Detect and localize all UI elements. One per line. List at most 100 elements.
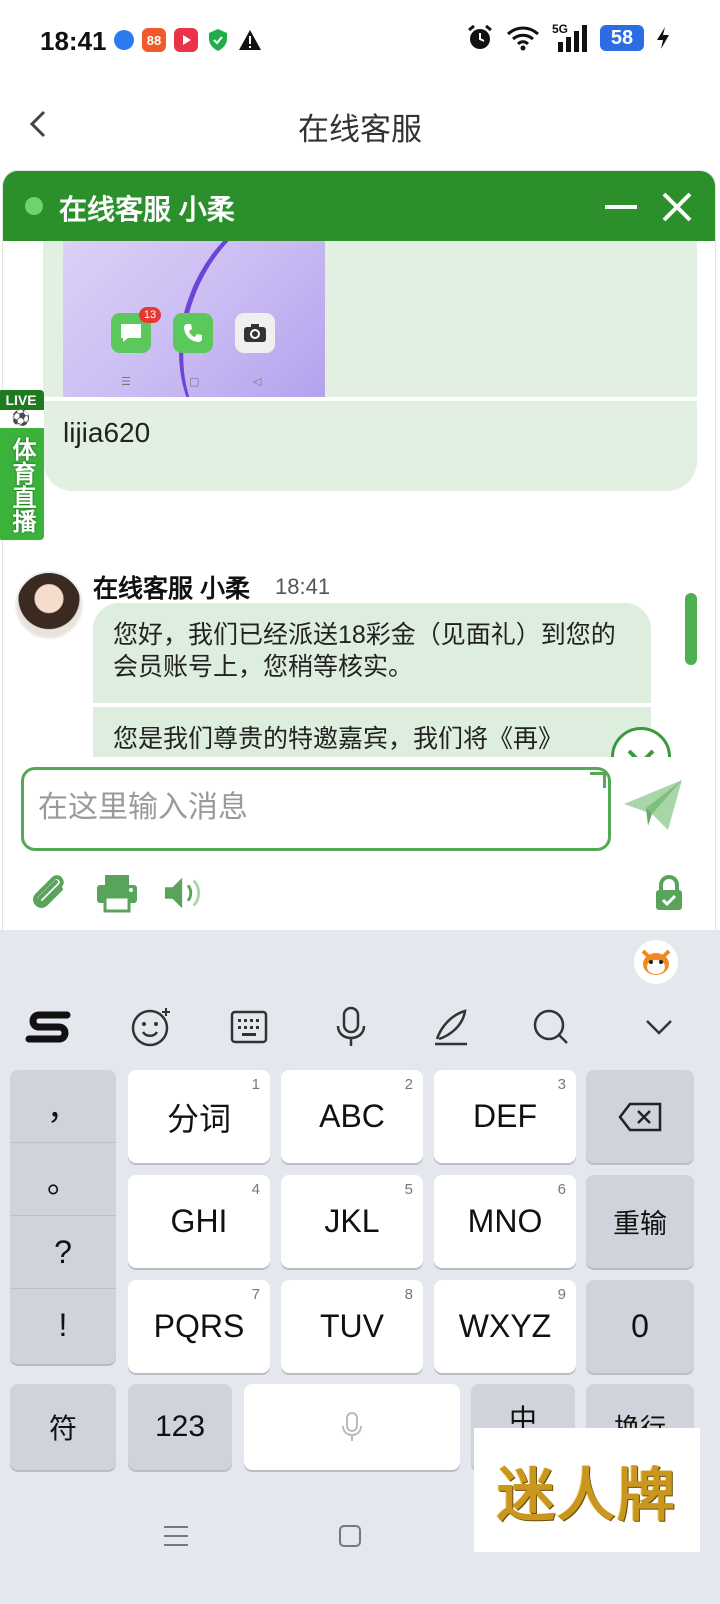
key-abc[interactable]: ABC 2: [281, 1070, 423, 1163]
message-count-badge: 13: [139, 307, 161, 323]
key-label: 分词: [166, 1100, 231, 1137]
mascot-icon[interactable]: [634, 940, 678, 984]
agent-message-text: 您是我们尊贵的特邀嘉宾，我们将《再》为您送上（1+6）豪礼！: [113, 725, 551, 753]
handwriting-button[interactable]: [426, 1002, 476, 1052]
live-label: LIVE: [0, 390, 44, 410]
send-button[interactable]: [621, 773, 685, 837]
key-number: 4: [251, 1181, 260, 1198]
message-divider: [43, 397, 697, 401]
camera-app-icon: [235, 313, 275, 353]
soccer-ball-icon: ⚽: [0, 410, 44, 428]
agent-name: 在线客服 小柔: [93, 575, 250, 603]
chat-widget-header: 在线客服 小柔: [3, 171, 715, 241]
search-button[interactable]: [526, 1002, 576, 1052]
punct-question-key[interactable]: ?: [10, 1216, 116, 1289]
key-label: PQRS: [153, 1308, 245, 1344]
minimize-button[interactable]: [601, 187, 641, 227]
punct-exclaim-key[interactable]: !: [10, 1289, 116, 1362]
keyboard-switch-button[interactable]: [224, 1002, 274, 1052]
video-app-icon: [174, 28, 198, 52]
lock-icon[interactable]: [653, 875, 685, 911]
key-def[interactable]: DEF 3: [434, 1070, 576, 1163]
space-key[interactable]: [244, 1384, 460, 1470]
security-shield-icon: [206, 28, 230, 52]
message-list[interactable]: 13 ☰ ▢ ◁ lijia620 在线客服 小柔 18:41 您好，我们已经派…: [3, 241, 715, 757]
key-number: 6: [557, 1181, 566, 1198]
agent-message-bubble: 您好，我们已经派送18彩金（见面礼）到您的会员账号上，您稍等核实。: [93, 603, 651, 703]
resize-handle[interactable]: [590, 772, 606, 788]
home-square-icon: [339, 1525, 361, 1547]
message-input[interactable]: [38, 770, 598, 846]
symbols-key[interactable]: 符: [10, 1384, 116, 1470]
menu-icon: [164, 1526, 188, 1546]
mini-menu-icon: ☰: [121, 376, 131, 388]
sound-button[interactable]: [163, 871, 207, 915]
emoji-button[interactable]: [126, 1002, 176, 1052]
speaker-icon: [164, 877, 201, 909]
close-icon: [662, 192, 692, 222]
alarm-icon: [468, 24, 492, 49]
nav-menu-button[interactable]: [156, 1516, 196, 1556]
key-fenci[interactable]: 分词 1: [128, 1070, 270, 1163]
sogou-logo-button[interactable]: [24, 1002, 74, 1052]
printer-icon: [97, 875, 137, 913]
live-sports-badge[interactable]: LIVE ⚽ 体育直播: [0, 390, 44, 540]
close-button[interactable]: [657, 187, 697, 227]
key-mno[interactable]: MNO 6: [434, 1175, 576, 1268]
charging-icon: [657, 27, 669, 49]
page-title: 在线客服: [298, 112, 422, 147]
key-tuv[interactable]: TUV 8: [281, 1280, 423, 1373]
minimize-icon: [605, 205, 637, 209]
key-pqrs[interactable]: PQRS 7: [128, 1280, 270, 1373]
chevron-down-icon: [646, 1020, 672, 1035]
system-icons: 5G 58: [466, 22, 670, 52]
punct-period-key[interactable]: 。: [10, 1143, 116, 1216]
key-number: 9: [557, 1286, 566, 1303]
sogou-s-icon: [25, 1011, 71, 1043]
live-sports-label: 体育直播: [8, 437, 35, 533]
message-input-box[interactable]: [21, 767, 611, 851]
shopping-app-icon: 88: [142, 28, 166, 52]
chat-toolbar: [27, 871, 207, 915]
send-icon: [624, 780, 682, 830]
online-status-dot: [25, 197, 43, 215]
reenter-key[interactable]: 重输: [586, 1175, 694, 1268]
key-number: 5: [404, 1181, 413, 1198]
brand-watermark: 迷人牌: [474, 1428, 700, 1552]
key-label: DEF: [473, 1098, 537, 1134]
smile-icon: [131, 1008, 170, 1047]
mini-home-icon: ▢: [189, 376, 200, 388]
punct-comma-key[interactable]: ，: [10, 1070, 116, 1143]
chevron-down-icon: [627, 749, 655, 757]
status-bar: 18:41 88 5G 58: [0, 0, 720, 84]
collapse-keyboard-button[interactable]: [634, 1002, 684, 1052]
user-message-text: lijia620: [63, 417, 151, 448]
print-button[interactable]: [95, 871, 139, 915]
screenshot-image[interactable]: 13 ☰ ▢ ◁: [63, 241, 325, 397]
numbers-key[interactable]: 123: [128, 1384, 232, 1470]
key-label: GHI: [170, 1203, 228, 1239]
backspace-icon: [618, 1102, 662, 1131]
zero-key[interactable]: 0: [586, 1280, 694, 1373]
app-header: 在线客服: [0, 84, 720, 164]
user-message-bubble: 13 ☰ ▢ ◁ lijia620: [43, 241, 697, 491]
watermark-text: 迷人牌: [496, 1461, 677, 1529]
agent-message-bubble: 您是我们尊贵的特邀嘉宾，我们将《再》为您送上（1+6）豪礼！: [93, 707, 651, 757]
key-label: WXYZ: [458, 1308, 552, 1344]
scrollbar[interactable]: [685, 593, 697, 665]
key-number: 3: [557, 1076, 566, 1093]
signal-icon: [558, 25, 587, 52]
attach-button[interactable]: [27, 871, 71, 915]
voice-input-button[interactable]: [326, 1002, 376, 1052]
backspace-key[interactable]: [586, 1070, 694, 1163]
battery-indicator: 58: [600, 25, 644, 51]
key-wxyz[interactable]: WXYZ 9: [434, 1280, 576, 1373]
key-jkl[interactable]: JKL 5: [281, 1175, 423, 1268]
key-label: JKL: [324, 1203, 380, 1239]
key-ghi[interactable]: GHI 4: [128, 1175, 270, 1268]
key-number: 8: [404, 1286, 413, 1303]
microphone-icon: [336, 1006, 366, 1046]
keyboard-icon: [230, 1010, 268, 1044]
key-number: 2: [404, 1076, 413, 1093]
nav-home-button[interactable]: [330, 1516, 370, 1556]
